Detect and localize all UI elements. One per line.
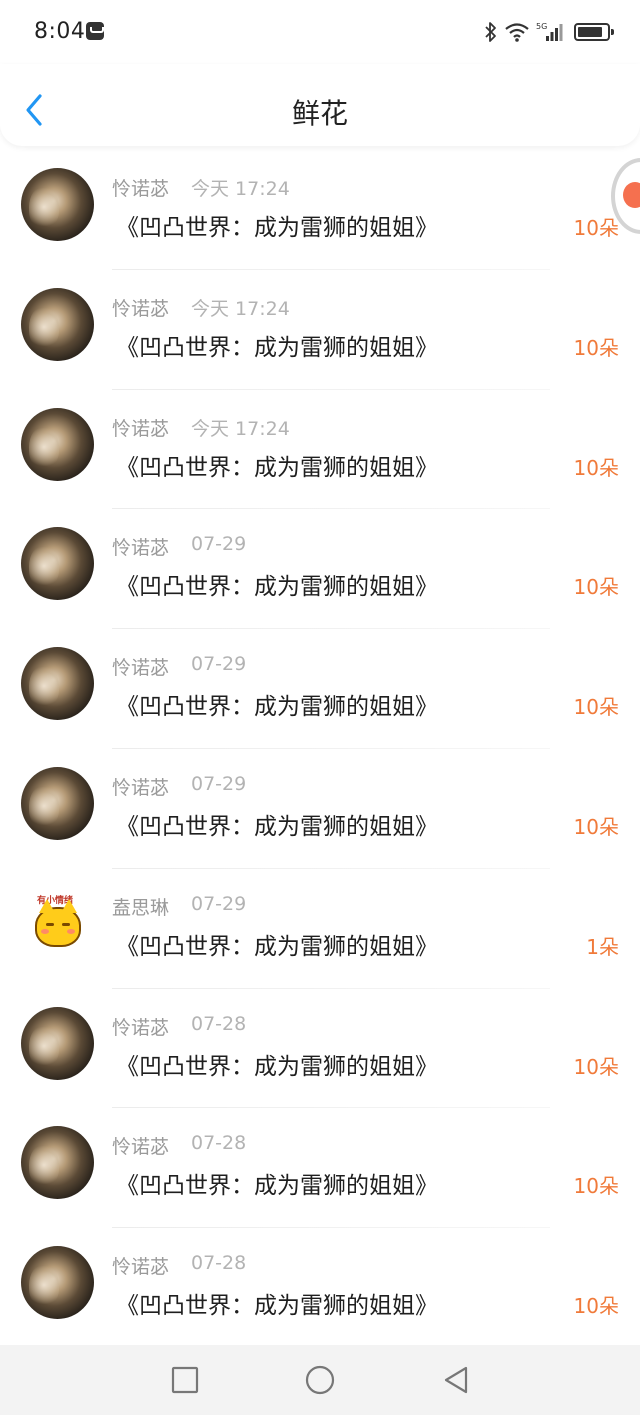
flower-count: 10朵 — [573, 216, 619, 240]
timestamp: 07-29 — [191, 533, 247, 556]
cat-icon — [35, 898, 81, 947]
timestamp: 今天 17:24 — [191, 178, 290, 200]
flower-count: 10朵 — [573, 695, 619, 720]
list-item[interactable]: 怜诺苾 今天 17:24 《凹凸世界：成为雷狮的姐姐》 10朵 — [0, 150, 640, 270]
list-item[interactable]: 怜诺苾 07-28 《凹凸世界：成为雷狮的姐姐》 10朵 — [0, 989, 640, 1109]
username: 怜诺苾 — [112, 1016, 170, 1039]
flower-count: 10朵 — [573, 575, 619, 600]
message-icon — [86, 22, 104, 40]
book-title: 《凹凸世界：成为雷狮的姐姐》 — [116, 1053, 438, 1080]
system-nav-bar — [0, 1345, 640, 1415]
avatar[interactable] — [21, 647, 94, 721]
timestamp: 07-28 — [191, 1012, 247, 1035]
flower-count: 10朵 — [573, 455, 619, 480]
flower-record-list: 怜诺苾 今天 17:24 《凹凸世界：成为雷狮的姐姐》 10朵 怜诺苾 今天 1… — [0, 150, 640, 1348]
book-title: 《凹凸世界：成为雷狮的姐姐》 — [116, 694, 438, 721]
status-bar: 8:04 5G — [0, 0, 640, 64]
list-item[interactable]: 怜诺苾 07-28 《凹凸世界：成为雷狮的姐姐》 10朵 — [0, 1108, 640, 1229]
avatar[interactable] — [21, 527, 94, 601]
page-title: 鲜花 — [291, 97, 348, 130]
list-item[interactable]: 有小情绪 盍思琳 07-29 《凹凸世界：成为雷狮的姐姐》 1朵 — [0, 869, 640, 989]
avatar[interactable] — [21, 287, 94, 361]
list-item[interactable]: 怜诺苾 今天 17:24 《凹凸世界：成为雷狮的姐姐》 10朵 — [0, 270, 640, 390]
book-title: 《凹凸世界：成为雷狮的姐姐》 — [116, 933, 438, 960]
status-time: 8:04 — [34, 19, 86, 44]
username: 怜诺苾 — [112, 178, 170, 200]
list-item[interactable]: 怜诺苾 07-29 《凹凸世界：成为雷狮的姐姐》 10朵 — [0, 509, 640, 630]
battery-icon — [574, 23, 614, 41]
username: 怜诺苾 — [112, 657, 170, 680]
signal-5g-icon: 5G — [536, 22, 563, 41]
timestamp: 今天 17:24 — [191, 297, 290, 320]
back-triangle-icon[interactable] — [442, 1365, 472, 1395]
avatar[interactable] — [21, 1006, 94, 1080]
flower-count: 10朵 — [573, 1174, 619, 1199]
bluetooth-icon — [485, 22, 496, 42]
username: 盍思琳 — [112, 896, 170, 919]
svg-text:5G: 5G — [536, 22, 547, 31]
timestamp: 今天 17:24 — [191, 417, 290, 440]
timestamp: 07-29 — [191, 653, 247, 676]
list-item[interactable]: 怜诺苾 07-28 《凹凸世界：成为雷狮的姐姐》 10朵 — [0, 1228, 640, 1348]
timestamp: 07-28 — [191, 1252, 247, 1275]
flower-count: 10朵 — [573, 814, 619, 839]
username: 怜诺苾 — [112, 537, 170, 560]
flower-count: 10朵 — [573, 335, 619, 360]
username: 怜诺苾 — [112, 417, 170, 440]
avatar[interactable] — [21, 168, 94, 241]
timestamp: 07-28 — [191, 1132, 247, 1155]
book-title: 《凹凸世界：成为雷狮的姐姐》 — [116, 1173, 438, 1200]
flower-count: 1朵 — [586, 934, 619, 959]
book-title: 《凹凸世界：成为雷狮的姐姐》 — [116, 215, 438, 241]
avatar[interactable] — [21, 766, 94, 840]
header: 鲜花 — [0, 64, 640, 146]
username: 怜诺苾 — [112, 1256, 170, 1279]
timestamp: 07-29 — [191, 892, 247, 915]
avatar[interactable] — [21, 1126, 94, 1200]
list-item[interactable]: 怜诺苾 07-29 《凹凸世界：成为雷狮的姐姐》 10朵 — [0, 749, 640, 869]
flower-count: 10朵 — [573, 1054, 619, 1079]
book-title: 《凹凸世界：成为雷狮的姐姐》 — [116, 574, 438, 601]
book-title: 《凹凸世界：成为雷狮的姐姐》 — [116, 813, 438, 840]
list-item[interactable]: 怜诺苾 07-29 《凹凸世界：成为雷狮的姐姐》 10朵 — [0, 629, 640, 749]
username: 怜诺苾 — [112, 776, 170, 799]
avatar[interactable] — [21, 1246, 94, 1320]
avatar[interactable] — [21, 407, 94, 481]
avatar[interactable]: 有小情绪 — [21, 886, 94, 960]
book-title: 《凹凸世界：成为雷狮的姐姐》 — [116, 454, 438, 481]
recent-apps-icon[interactable] — [170, 1365, 200, 1395]
book-title: 《凹凸世界：成为雷狮的姐姐》 — [116, 1293, 438, 1320]
username: 怜诺苾 — [112, 1136, 170, 1159]
list-item[interactable]: 怜诺苾 今天 17:24 《凹凸世界：成为雷狮的姐姐》 10朵 — [0, 390, 640, 510]
timestamp: 07-29 — [191, 772, 247, 795]
wifi-icon — [505, 23, 529, 42]
home-icon[interactable] — [305, 1365, 335, 1395]
username: 怜诺苾 — [112, 297, 170, 320]
book-title: 《凹凸世界：成为雷狮的姐姐》 — [116, 334, 438, 361]
flower-count: 10朵 — [573, 1294, 619, 1319]
status-icons: 5G — [484, 18, 614, 46]
